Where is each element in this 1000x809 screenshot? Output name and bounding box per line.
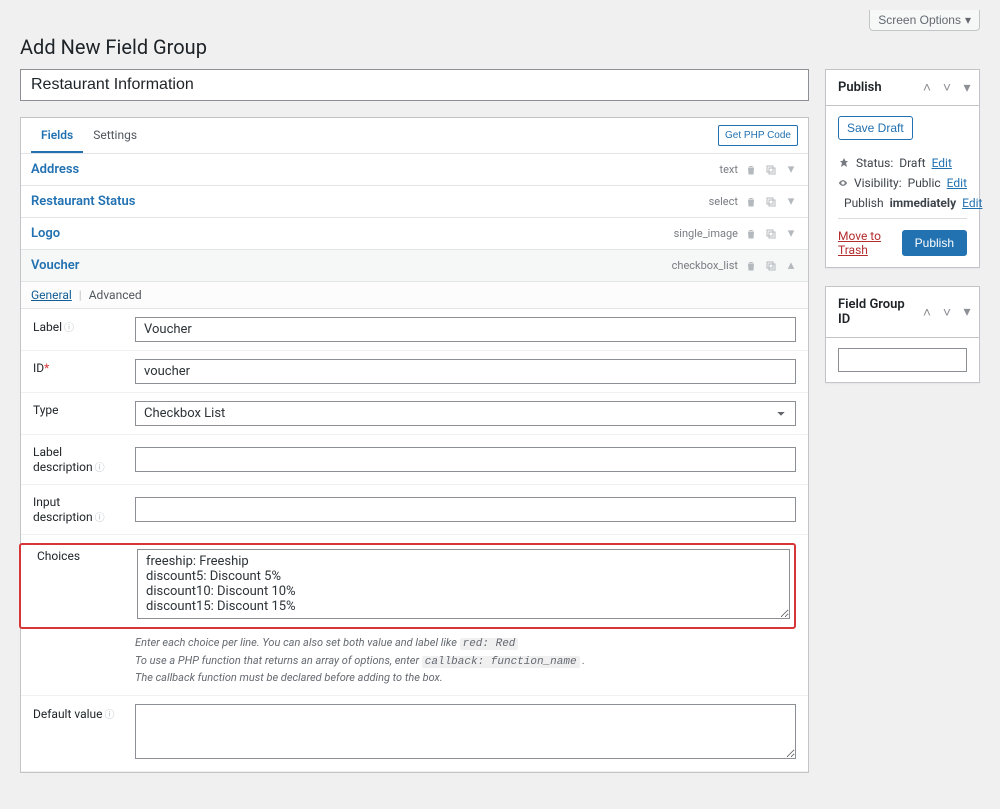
trash-icon[interactable] <box>744 163 758 177</box>
label-description-input[interactable] <box>135 447 796 472</box>
edit-status-link[interactable]: Edit <box>932 156 952 170</box>
chevron-down-icon[interactable]: ▾ <box>959 76 975 100</box>
chevron-up-icon[interactable]: ▴ <box>784 259 798 273</box>
edit-visibility-link[interactable]: Edit <box>947 176 967 190</box>
info-icon: ⓘ <box>64 323 74 334</box>
field-row[interactable]: Logo single_image ▾ <box>21 218 808 250</box>
required-mark: * <box>44 361 49 375</box>
subtab-general[interactable]: General <box>31 288 72 302</box>
hint-code: callback: function_name <box>422 656 580 668</box>
copy-icon[interactable] <box>764 195 778 209</box>
label-text: Label description <box>33 445 93 474</box>
default-value-textarea[interactable] <box>135 704 796 759</box>
hint-code: red: Red <box>460 638 519 650</box>
field-name: Logo <box>31 226 60 241</box>
chevron-down-icon[interactable]: ˅ <box>939 76 955 100</box>
screen-options-button[interactable]: Screen Options ▾ <box>869 10 980 31</box>
group-title-input[interactable] <box>20 69 809 101</box>
page-title: Add New Field Group <box>20 35 980 59</box>
info-icon: ⓘ <box>95 463 105 474</box>
status-label: Status: <box>856 156 893 170</box>
schedule-value: immediately <box>890 196 957 210</box>
field-type: single_image <box>674 227 738 240</box>
chevron-up-icon[interactable]: ˄ <box>919 300 935 324</box>
fieldgroup-id-title: Field Group ID <box>826 287 919 337</box>
chevron-down-icon[interactable]: ▾ <box>784 195 798 209</box>
field-type-select[interactable]: Checkbox List <box>135 401 796 426</box>
label-text: ID <box>33 361 44 375</box>
separator: | <box>79 288 82 302</box>
label-text: Input description <box>33 495 93 524</box>
publish-title: Publish <box>826 70 894 105</box>
hint-text: Enter each choice per line. You can also… <box>135 636 460 649</box>
chevron-down-icon[interactable]: ▾ <box>959 300 975 324</box>
trash-icon[interactable] <box>744 259 758 273</box>
field-id-input[interactable] <box>135 359 796 384</box>
chevron-down-icon: ▾ <box>965 13 971 27</box>
tab-fields[interactable]: Fields <box>31 118 83 153</box>
chevron-down-icon[interactable]: ˅ <box>939 300 955 324</box>
info-icon: ⓘ <box>95 513 105 524</box>
hint-text: To use a PHP function that returns an ar… <box>135 654 422 667</box>
schedule-label: Publish <box>844 196 884 210</box>
label-text: Label <box>33 320 62 334</box>
chevron-up-icon[interactable]: ˄ <box>919 76 935 100</box>
field-row[interactable]: Restaurant Status select ▾ <box>21 186 808 218</box>
field-name: Voucher <box>31 258 79 273</box>
copy-icon[interactable] <box>764 163 778 177</box>
label-text: Type <box>33 403 59 417</box>
copy-icon[interactable] <box>764 259 778 273</box>
field-type: select <box>709 195 738 208</box>
field-name: Restaurant Status <box>31 194 135 209</box>
tab-settings[interactable]: Settings <box>83 118 147 153</box>
edit-schedule-link[interactable]: Edit <box>962 196 982 210</box>
move-to-trash-link[interactable]: Move to Trash <box>838 229 902 257</box>
save-draft-button[interactable]: Save Draft <box>838 116 913 140</box>
copy-icon[interactable] <box>764 227 778 241</box>
visibility-label: Visibility: <box>854 176 902 190</box>
trash-icon[interactable] <box>744 195 758 209</box>
visibility-value: Public <box>908 176 941 190</box>
field-name: Address <box>31 162 79 177</box>
field-label-input[interactable] <box>135 317 796 342</box>
screen-options-label: Screen Options <box>878 13 961 27</box>
label-text: Default value <box>33 707 103 721</box>
eye-icon <box>838 177 848 189</box>
hint-text: The callback function must be declared b… <box>135 670 796 687</box>
publish-button[interactable]: Publish <box>902 230 967 256</box>
field-row[interactable]: Address text ▾ <box>21 154 808 186</box>
subtab-advanced[interactable]: Advanced <box>89 288 142 302</box>
field-row[interactable]: Voucher checkbox_list ▴ <box>21 250 808 282</box>
get-php-code-button[interactable]: Get PHP Code <box>718 125 798 146</box>
chevron-down-icon[interactable]: ▾ <box>784 163 798 177</box>
field-type: checkbox_list <box>672 259 738 272</box>
choices-textarea[interactable] <box>137 549 790 619</box>
pin-icon <box>838 157 850 169</box>
status-value: Draft <box>899 156 925 170</box>
field-type: text <box>720 163 739 176</box>
trash-icon[interactable] <box>744 227 758 241</box>
info-icon: ⓘ <box>105 710 115 721</box>
input-description-input[interactable] <box>135 497 796 522</box>
chevron-down-icon[interactable]: ▾ <box>784 227 798 241</box>
fieldgroup-id-input[interactable] <box>838 348 967 372</box>
